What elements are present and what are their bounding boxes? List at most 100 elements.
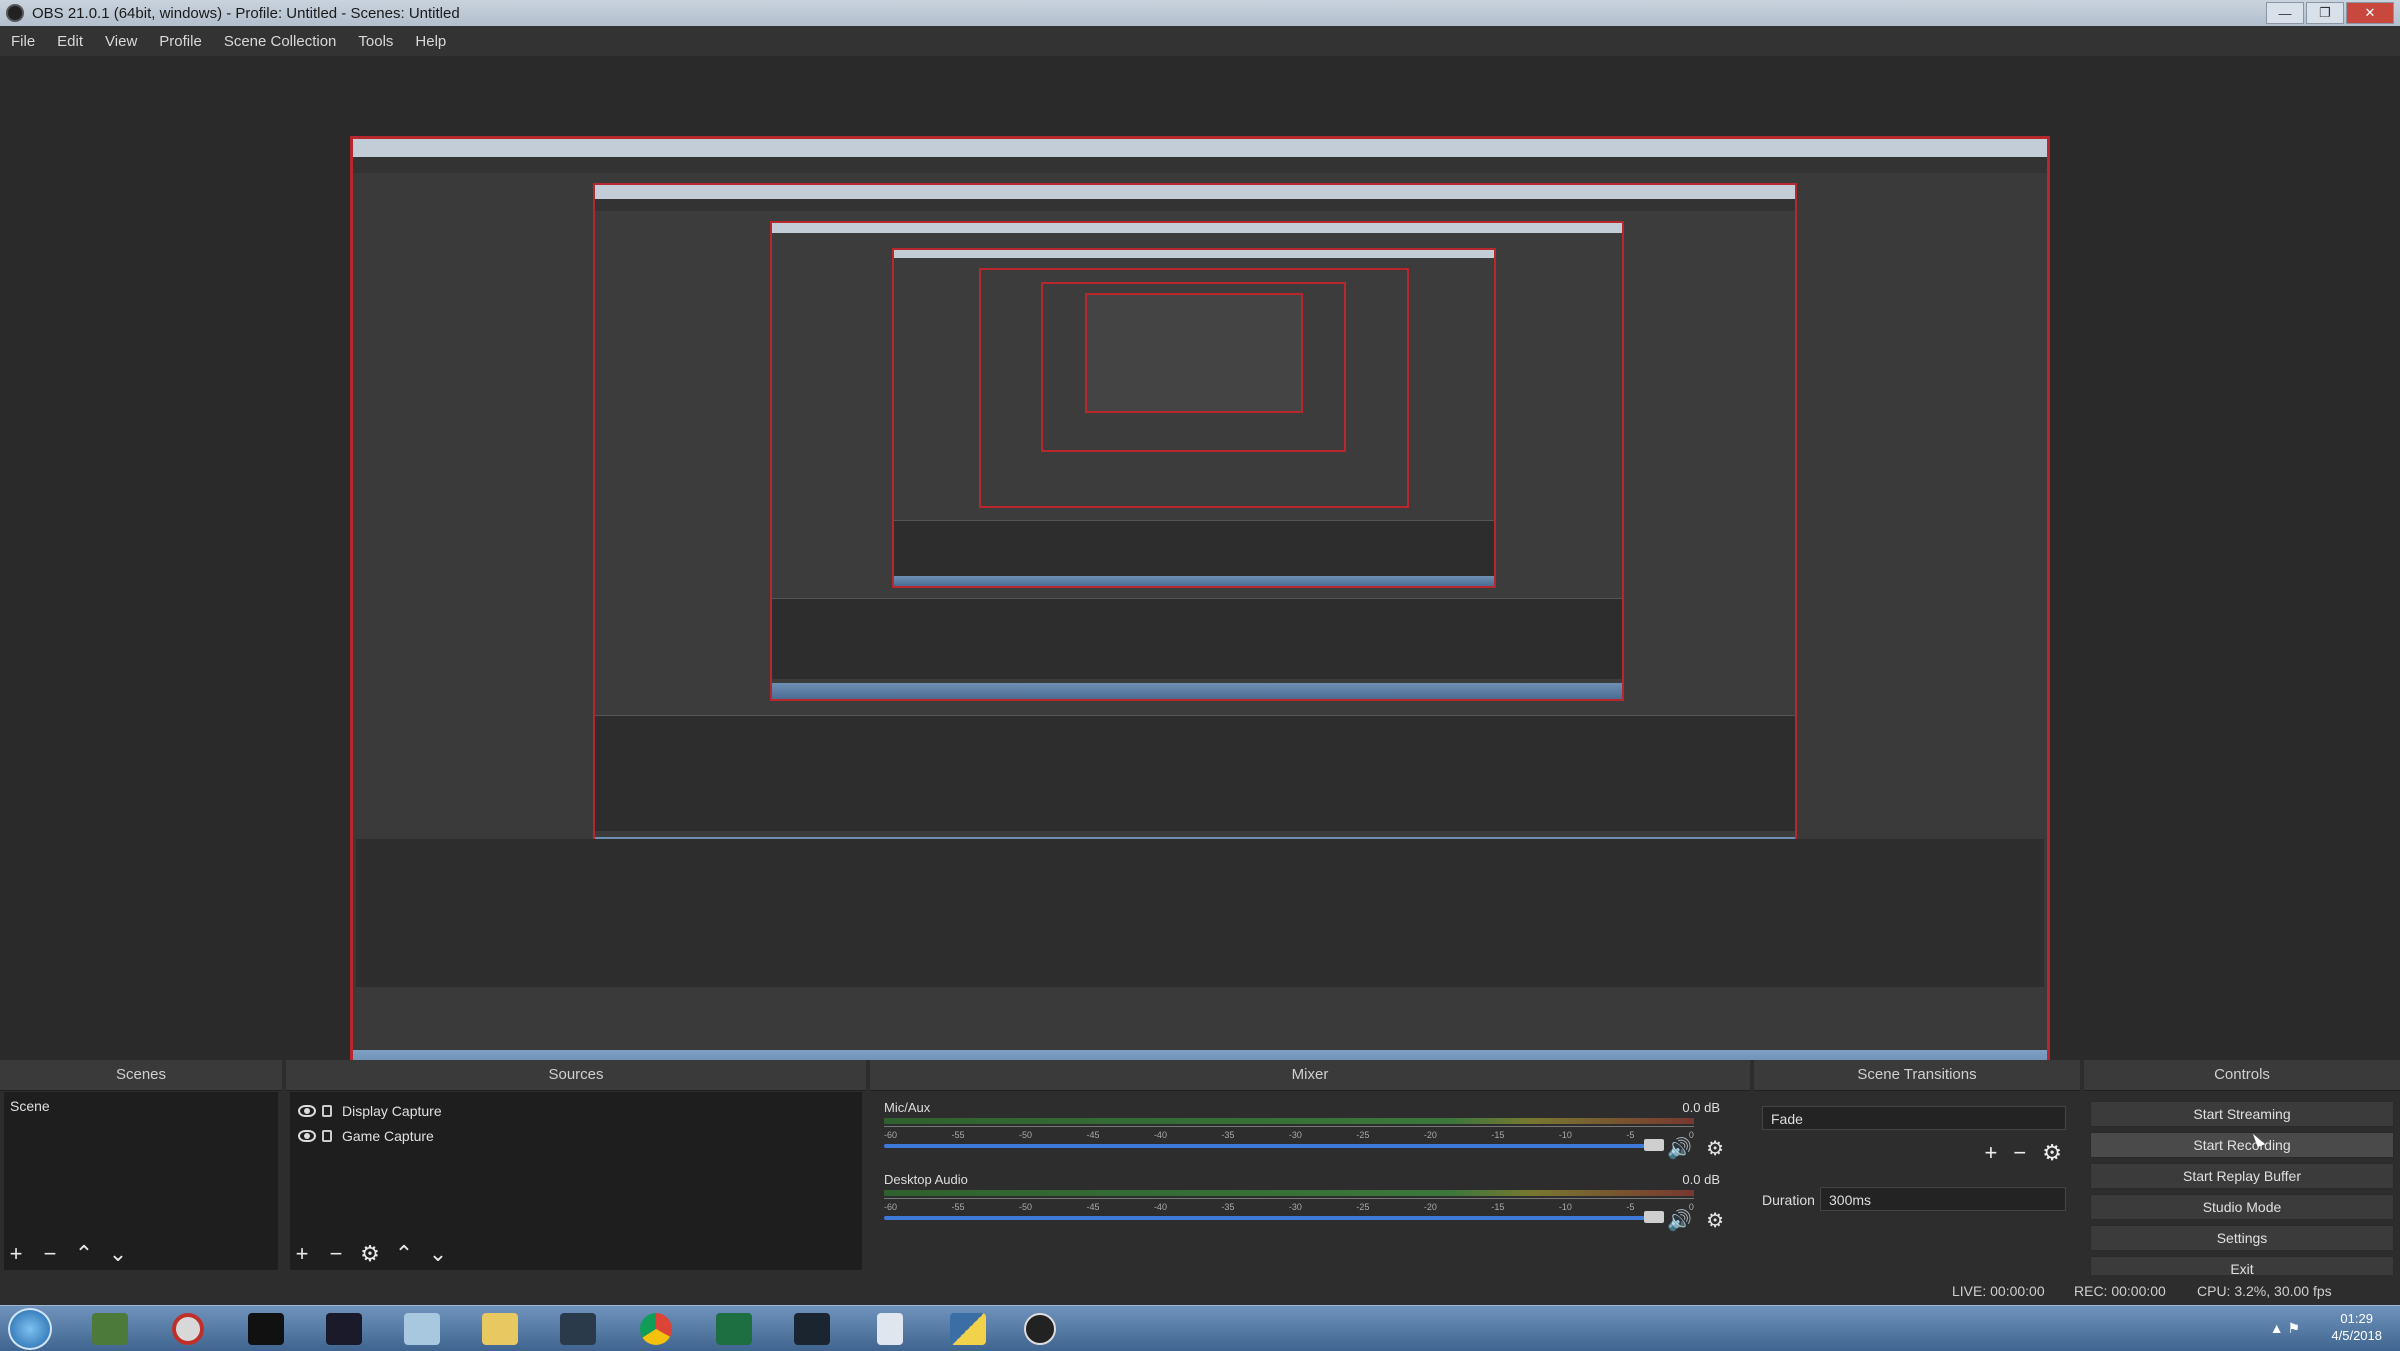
scene-item[interactable]: Scene <box>4 1092 278 1120</box>
preview-canvas[interactable] <box>350 136 2050 1091</box>
eye-icon[interactable] <box>298 1104 316 1117</box>
minimize-button[interactable]: — <box>2266 2 2304 24</box>
volume-slider-handle[interactable] <box>1644 1211 1664 1223</box>
preview-area <box>0 56 2400 1091</box>
move-up-icon[interactable]: ⌃ <box>74 1242 94 1266</box>
menu-tools[interactable]: Tools <box>347 33 404 50</box>
settings-button[interactable]: Settings <box>2090 1225 2394 1251</box>
terminal-icon[interactable] <box>236 1310 296 1348</box>
maximize-button[interactable]: ❐ <box>2306 2 2344 24</box>
lock-icon[interactable] <box>322 1104 332 1117</box>
transition-toolbar: + − ⚙ <box>1985 1140 2062 1166</box>
duration-spinbox[interactable]: 300ms <box>1820 1187 2066 1211</box>
source-row[interactable]: Game Capture <box>290 1123 862 1148</box>
source-row[interactable]: Display Capture <box>290 1098 862 1123</box>
cpu-status: CPU: 3.2%, 30.00 fps <box>2197 1283 2332 1299</box>
menu-profile[interactable]: Profile <box>148 33 213 50</box>
network-icon[interactable]: ▲ ⚑ <box>2270 1320 2300 1337</box>
menu-scene-collection[interactable]: Scene Collection <box>213 33 348 50</box>
nested-preview-3 <box>892 248 1496 588</box>
studio-mode-button[interactable]: Studio Mode <box>2090 1194 2394 1220</box>
opera-icon[interactable] <box>158 1310 218 1348</box>
speaker-icon[interactable]: 🔊 <box>1667 1208 1692 1233</box>
menu-view[interactable]: View <box>94 33 148 50</box>
transition-select[interactable]: Fade <box>1762 1106 2066 1130</box>
tick-label: -30 <box>1288 1130 1302 1140</box>
taskbar-clock[interactable]: 01:29 4/5/2018 <box>2331 1310 2382 1344</box>
scenes-title: Scenes <box>0 1060 282 1091</box>
eye-icon[interactable] <box>298 1129 316 1142</box>
tick-label: -25 <box>1356 1130 1370 1140</box>
excel-icon[interactable] <box>704 1310 764 1348</box>
move-up-icon[interactable]: ⌃ <box>394 1242 414 1266</box>
ninja-icon[interactable] <box>314 1310 374 1348</box>
lock-icon[interactable] <box>322 1129 332 1142</box>
notepad-icon[interactable] <box>392 1310 452 1348</box>
scenes-toolbar: + − ⌃ ⌄ <box>6 1242 128 1266</box>
python-icon[interactable] <box>938 1310 998 1348</box>
controls-title: Controls <box>2084 1060 2400 1091</box>
chrome-icon[interactable] <box>626 1310 686 1348</box>
document-icon[interactable] <box>860 1310 920 1348</box>
volume-slider-handle[interactable] <box>1644 1139 1664 1151</box>
tick-label: -55 <box>951 1130 965 1140</box>
move-down-icon[interactable]: ⌄ <box>428 1242 448 1266</box>
speaker-icon[interactable]: 🔊 <box>1667 1136 1692 1161</box>
sources-dock: Sources Display Capture Game Capture + −… <box>286 1060 866 1270</box>
transitions-title: Scene Transitions <box>1754 1060 2080 1091</box>
obs-icon[interactable] <box>1010 1310 1070 1348</box>
eve-icon[interactable] <box>548 1310 608 1348</box>
volume-slider[interactable] <box>884 1216 1654 1220</box>
tick-label: -10 <box>1558 1202 1572 1212</box>
remove-scene-button[interactable]: − <box>40 1242 60 1266</box>
tick-label: -15 <box>1491 1202 1505 1212</box>
volume-slider[interactable] <box>884 1144 1654 1148</box>
channel-db: 0.0 dB <box>1682 1172 1720 1187</box>
status-bar: LIVE: 00:00:00 REC: 00:00:00 CPU: 3.2%, … <box>0 1275 2400 1305</box>
meter-tick-labels: -60 -55 -50 -45 -40 -35 -30 -25 -20 -15 -10 -5 0 <box>884 1202 1694 1212</box>
source-label: Display Capture <box>342 1102 442 1119</box>
eve-online-icon[interactable] <box>782 1310 842 1348</box>
menu-edit[interactable]: Edit <box>46 33 94 50</box>
mixer-dock: Mixer Mic/Aux 0.0 dB -60 -55 -50 -45 -40 -35 -… <box>870 1060 1750 1270</box>
channel-name: Desktop Audio <box>884 1172 968 1187</box>
add-source-button[interactable]: + <box>292 1242 312 1266</box>
start-replay-buffer-button[interactable]: Start Replay Buffer <box>2090 1163 2394 1189</box>
gear-icon[interactable]: ⚙ <box>360 1242 380 1266</box>
mixer-title: Mixer <box>870 1060 1750 1091</box>
sources-title: Sources <box>286 1060 866 1091</box>
remove-source-button[interactable]: − <box>326 1242 346 1266</box>
mixer-channel-mic: Mic/Aux 0.0 dB -60 -55 -50 -45 -40 -35 -30 -25 -… <box>874 1098 1734 1168</box>
folder-icon[interactable] <box>470 1310 530 1348</box>
nested-preview-6 <box>1085 293 1303 413</box>
tick-label: -5 <box>1626 1202 1635 1212</box>
gear-icon[interactable]: ⚙ <box>1706 1208 1724 1233</box>
menu-bar: File Edit View Profile Scene Collection … <box>0 26 2400 56</box>
minecraft-icon[interactable] <box>80 1310 140 1348</box>
close-button[interactable]: ✕ <box>2346 2 2394 24</box>
gear-icon[interactable]: ⚙ <box>1706 1136 1724 1161</box>
tick-label: -15 <box>1491 1130 1505 1140</box>
transitions-dock: Scene Transitions Fade + − ⚙ Duration 30… <box>1754 1060 2080 1270</box>
tick-label: -20 <box>1423 1130 1437 1140</box>
remove-transition-button[interactable]: − <box>2013 1140 2026 1166</box>
nested-docks <box>356 839 2044 987</box>
channel-controls: 🔊 ⚙ <box>1667 1208 1724 1233</box>
source-label: Game Capture <box>342 1127 434 1144</box>
start-button[interactable] <box>8 1308 52 1350</box>
add-transition-button[interactable]: + <box>1985 1140 1998 1166</box>
start-recording-button[interactable]: Start Recording <box>2090 1132 2394 1158</box>
menu-file[interactable]: File <box>0 33 46 50</box>
menu-help[interactable]: Help <box>404 33 457 50</box>
tick-label: -50 <box>1018 1202 1032 1212</box>
tick-label: -30 <box>1288 1202 1302 1212</box>
start-streaming-button[interactable]: Start Streaming <box>2090 1101 2394 1127</box>
mixer-channel-desktop: Desktop Audio 0.0 dB -60 -55 -50 -45 -40 -35 -… <box>874 1170 1734 1240</box>
add-scene-button[interactable]: + <box>6 1242 26 1266</box>
nested-preview-1 <box>593 183 1797 863</box>
move-down-icon[interactable]: ⌄ <box>108 1242 128 1266</box>
gear-icon[interactable]: ⚙ <box>2042 1140 2062 1166</box>
tick-label: -55 <box>951 1202 965 1212</box>
window-titlebar: OBS 21.0.1 (64bit, windows) - Profile: U… <box>0 0 2400 26</box>
controls-buttons: Start Streaming Start Recording Start Re… <box>2084 1091 2400 1282</box>
